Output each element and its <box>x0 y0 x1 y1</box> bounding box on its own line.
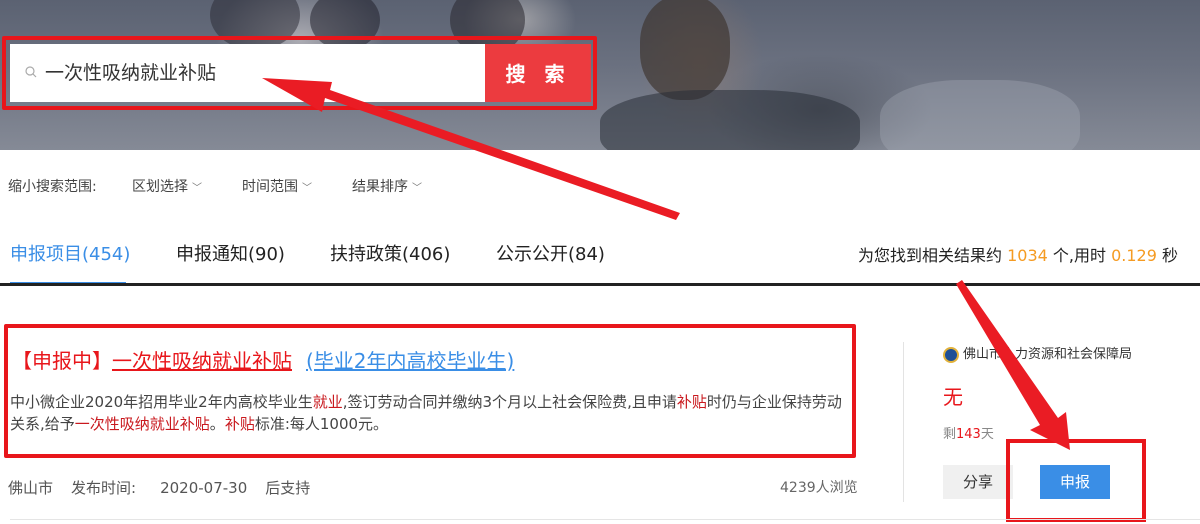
chevron-down-icon: ﹀ <box>412 183 422 194</box>
result-highlight-box <box>4 324 856 458</box>
tab-public-notices[interactable]: 公示公开(84) <box>496 240 605 266</box>
search-highlight-box <box>2 36 597 110</box>
filter-label: 缩小搜索范围: <box>8 179 97 195</box>
result-count: 1034 <box>1007 246 1048 265</box>
publish-label: 发布时间: <box>71 479 137 497</box>
search-time: 0.129 <box>1111 246 1157 265</box>
card-divider <box>903 342 904 502</box>
remaining-suffix: 天 <box>980 427 994 442</box>
support-type: 后支持 <box>265 479 311 497</box>
result-bottom-divider <box>10 519 1200 520</box>
remaining-prefix: 剩 <box>943 427 957 442</box>
tab-bar: 申报项目(454) 申报通知(90) 扶持政策(406) 公示公开(84) 为您… <box>0 230 1200 286</box>
remaining-days: 剩143天 <box>943 423 994 442</box>
filter-time-label: 时间范围 <box>242 179 298 195</box>
subsidy-amount: 无 <box>943 385 963 409</box>
publish-date: 2020-07-30 <box>160 479 248 497</box>
result-region: 佛山市 <box>8 479 54 497</box>
agency: 佛山市人力资源和社会保障局 <box>943 343 1132 363</box>
summary-mid: 个,用时 <box>1052 246 1107 265</box>
tab-divider <box>0 283 1200 286</box>
filter-sort-label: 结果排序 <box>352 179 408 195</box>
tab-apply-projects[interactable]: 申报项目(454) <box>10 240 130 266</box>
result-meta: 佛山市 发布时间: 2020-07-30 后支持 <box>8 477 328 498</box>
share-button[interactable]: 分享 <box>943 465 1013 499</box>
tab-apply-notices[interactable]: 申报通知(90) <box>176 240 285 266</box>
chevron-down-icon: ﹀ <box>192 183 202 194</box>
summary-suffix: 秒 <box>1162 246 1179 265</box>
apply-highlight-box <box>1006 439 1146 522</box>
remaining-number: 143 <box>956 427 981 442</box>
summary-prefix: 为您找到相关结果约 <box>858 246 1003 265</box>
agency-logo-icon <box>943 346 959 363</box>
tab-support-policies[interactable]: 扶持政策(406) <box>330 240 450 266</box>
filter-region[interactable]: 区划选择 ﹀ <box>132 176 202 196</box>
filter-region-label: 区划选择 <box>132 179 188 195</box>
chevron-down-icon: ﹀ <box>302 183 312 194</box>
agency-name: 佛山市人力资源和社会保障局 <box>963 347 1133 362</box>
view-count: 4239人浏览 <box>780 480 858 496</box>
filter-time[interactable]: 时间范围 ﹀ <box>242 176 312 196</box>
filter-sort[interactable]: 结果排序 ﹀ <box>352 176 422 196</box>
result-summary: 为您找到相关结果约 1034 个,用时 0.129 秒 <box>858 242 1178 266</box>
